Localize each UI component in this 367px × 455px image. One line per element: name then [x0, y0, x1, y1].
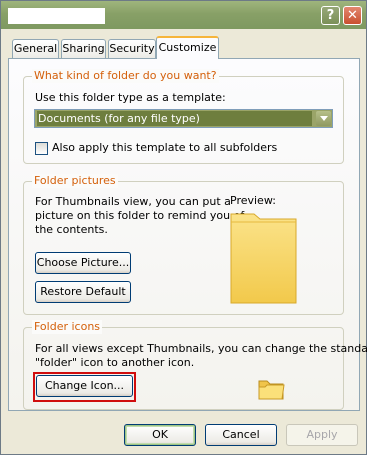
tab-customize[interactable]: Customize: [156, 36, 219, 59]
chevron-down-icon[interactable]: [316, 111, 331, 126]
restore-default-button[interactable]: Restore Default: [35, 281, 131, 303]
choose-picture-button[interactable]: Choose Picture...: [35, 252, 131, 274]
folder-template-dropdown[interactable]: Documents (for any file type): [34, 109, 333, 128]
apply-subfolders-label[interactable]: Also apply this template to all subfolde…: [52, 141, 277, 155]
pictures-description-line2: picture on this folder to remind you of: [35, 209, 245, 222]
change-icon-button[interactable]: Change Icon...: [36, 375, 133, 397]
tab-general[interactable]: General: [12, 39, 59, 58]
window-title-redacted: [8, 8, 105, 24]
folder-properties-window: ? ✕ General Sharing Security Customize W…: [0, 0, 367, 455]
pictures-description-line3: the contents.: [35, 223, 108, 236]
close-button[interactable]: ✕: [343, 6, 362, 25]
apply-subfolders-checkbox[interactable]: [35, 142, 48, 155]
pictures-description-line1: For Thumbnails view, you can put a: [35, 195, 231, 208]
template-label: Use this folder type as a template:: [35, 91, 226, 104]
folder-small-icon: [258, 380, 285, 400]
folder-icon: [230, 213, 297, 304]
apply-button[interactable]: Apply: [286, 424, 358, 446]
title-bar[interactable]: ? ✕: [1, 1, 366, 29]
icons-description-line1: For all views except Thumbnails, you can…: [35, 342, 367, 355]
folder-template-value: Documents (for any file type): [37, 111, 312, 126]
folder-type-legend: What kind of folder do you want?: [32, 69, 219, 83]
folder-icons-legend: Folder icons: [32, 320, 103, 334]
cancel-button[interactable]: Cancel: [205, 424, 277, 446]
icons-description-line2: "folder" icon to another icon.: [35, 356, 195, 369]
help-button[interactable]: ?: [321, 6, 340, 25]
ok-button[interactable]: OK: [124, 424, 196, 446]
tab-sharing[interactable]: Sharing: [61, 39, 106, 58]
tab-security[interactable]: Security: [108, 39, 156, 58]
preview-label: Preview:: [230, 194, 276, 207]
folder-pictures-legend: Folder pictures: [32, 174, 118, 188]
